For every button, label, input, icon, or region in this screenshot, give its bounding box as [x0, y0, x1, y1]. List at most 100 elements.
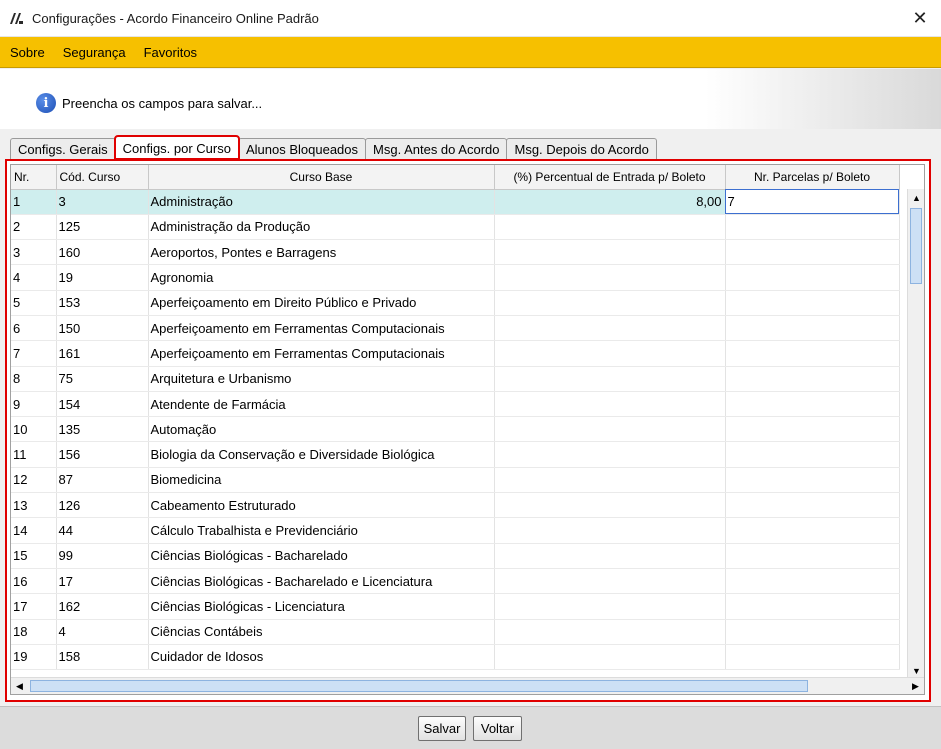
cell-curso-base[interactable]: Biologia da Conservação e Diversidade Bi…: [148, 441, 495, 468]
cell-cod-curso[interactable]: 150: [56, 315, 149, 342]
table-row[interactable]: 14 44 Cálculo Trabalhista e Previdenciário: [11, 517, 900, 544]
cell-cod-curso[interactable]: 44: [56, 517, 149, 544]
cell-percentual-entrada[interactable]: [494, 543, 726, 569]
menu-sobre[interactable]: Sobre: [10, 45, 45, 60]
cell-nr[interactable]: 2: [11, 214, 57, 241]
cell-cod-curso[interactable]: 135: [56, 416, 149, 443]
cell-nr-parcelas[interactable]: [725, 593, 900, 620]
vertical-scrollbar[interactable]: ▲ ▼: [907, 189, 924, 679]
cell-nr[interactable]: 17: [11, 593, 57, 620]
cell-nr[interactable]: 14: [11, 517, 57, 544]
table-row[interactable]: 3 160 Aeroportos, Pontes e Barragens: [11, 239, 900, 266]
cell-percentual-entrada[interactable]: [494, 467, 726, 494]
menu-seguranca[interactable]: Segurança: [63, 45, 126, 60]
table-row[interactable]: 16 17 Ciências Biológicas - Bacharelado e …: [11, 568, 900, 595]
cell-nr-parcelas[interactable]: [725, 492, 900, 519]
cell-nr-parcelas[interactable]: [725, 264, 900, 291]
cell-nr[interactable]: 12: [11, 467, 57, 494]
table-row[interactable]: 7 161 Aperfeiçoamento em Ferramentas Compu…: [11, 340, 900, 367]
cell-nr-parcelas[interactable]: [725, 416, 900, 443]
cell-percentual-entrada[interactable]: [494, 290, 726, 316]
cell-nr-parcelas[interactable]: [725, 239, 900, 266]
cell-cod-curso[interactable]: 158: [56, 644, 149, 671]
table-row[interactable]: 10 135 Automação: [11, 416, 900, 443]
cell-nr[interactable]: 13: [11, 492, 57, 519]
table-row[interactable]: 9 154 Atendente de Farmácia: [11, 391, 900, 418]
cell-percentual-entrada[interactable]: [494, 416, 726, 443]
table-row[interactable]: 12 87 Biomedicina: [11, 467, 900, 494]
vertical-scroll-thumb[interactable]: [910, 208, 922, 284]
tab-msg-depois-acordo[interactable]: Msg. Depois do Acordo: [506, 138, 657, 159]
cell-nr[interactable]: 16: [11, 568, 57, 595]
cell-percentual-entrada[interactable]: [494, 340, 726, 367]
cell-percentual-entrada[interactable]: [494, 391, 726, 418]
table-row[interactable]: 5 153 Aperfeiçoamento em Direito Público e…: [11, 290, 900, 316]
column-header-nr-parcelas[interactable]: Nr. Parcelas p/ Boleto: [725, 165, 900, 190]
tab-configs-por-curso[interactable]: Configs. por Curso: [113, 135, 240, 160]
cell-cod-curso[interactable]: 153: [56, 290, 149, 316]
cell-nr-parcelas[interactable]: [725, 214, 900, 241]
cell-nr-parcelas[interactable]: [725, 290, 900, 316]
cell-percentual-entrada[interactable]: [494, 239, 726, 266]
cell-nr[interactable]: 1: [11, 189, 57, 215]
table-row[interactable]: 13 126 Cabeamento Estruturado: [11, 492, 900, 519]
table-row[interactable]: 2 125 Administração da Produção: [11, 214, 900, 241]
cell-percentual-entrada[interactable]: [494, 441, 726, 468]
cell-percentual-entrada[interactable]: [494, 492, 726, 519]
cell-curso-base[interactable]: Ciências Biológicas - Licenciatura: [148, 593, 495, 620]
scroll-up-icon[interactable]: ▲: [908, 189, 924, 206]
cell-cod-curso[interactable]: 99: [56, 543, 149, 569]
cell-nr[interactable]: 4: [11, 264, 57, 291]
cell-curso-base[interactable]: Biomedicina: [148, 467, 495, 494]
cell-nr[interactable]: 19: [11, 644, 57, 671]
cell-nr-parcelas[interactable]: [725, 340, 900, 367]
scroll-left-icon[interactable]: ◀: [11, 678, 28, 694]
cell-nr[interactable]: 3: [11, 239, 57, 266]
cell-nr-parcelas[interactable]: 7: [725, 189, 900, 215]
menu-favoritos[interactable]: Favoritos: [144, 45, 197, 60]
cell-nr-parcelas[interactable]: [725, 568, 900, 595]
table-row[interactable]: 11 156 Biologia da Conservação e Diversida…: [11, 441, 900, 468]
table-row[interactable]: 15 99 Ciências Biológicas - Bacharelado: [11, 543, 900, 569]
tab-msg-antes-acordo[interactable]: Msg. Antes do Acordo: [365, 138, 508, 159]
cell-cod-curso[interactable]: 17: [56, 568, 149, 595]
cell-cod-curso[interactable]: 162: [56, 593, 149, 620]
cell-cod-curso[interactable]: 126: [56, 492, 149, 519]
cell-curso-base[interactable]: Aeroportos, Pontes e Barragens: [148, 239, 495, 266]
cell-curso-base[interactable]: Administração: [148, 189, 495, 215]
cell-nr[interactable]: 7: [11, 340, 57, 367]
column-header-cod-curso[interactable]: Cód. Curso: [56, 165, 149, 190]
cell-nr-parcelas[interactable]: [725, 315, 900, 342]
save-button[interactable]: Salvar: [418, 716, 466, 741]
column-header-percentual-entrada[interactable]: (%) Percentual de Entrada p/ Boleto: [494, 165, 726, 190]
cell-cod-curso[interactable]: 156: [56, 441, 149, 468]
cell-curso-base[interactable]: Automação: [148, 416, 495, 443]
cell-nr-parcelas[interactable]: [725, 543, 900, 569]
cell-curso-base[interactable]: Agronomia: [148, 264, 495, 291]
cell-percentual-entrada[interactable]: [494, 593, 726, 620]
cell-curso-base[interactable]: Aperfeiçoamento em Ferramentas Computaci…: [148, 315, 495, 342]
column-header-nr[interactable]: Nr.: [11, 165, 57, 190]
cell-percentual-entrada[interactable]: [494, 644, 726, 671]
cell-curso-base[interactable]: Administração da Produção: [148, 214, 495, 241]
table-row[interactable]: 17 162 Ciências Biológicas - Licenciatura: [11, 593, 900, 620]
cell-nr[interactable]: 9: [11, 391, 57, 418]
close-button[interactable]: ✕: [905, 4, 935, 32]
table-row[interactable]: 18 4 Ciências Contábeis: [11, 619, 900, 645]
cell-nr[interactable]: 5: [11, 290, 57, 316]
cell-curso-base[interactable]: Cálculo Trabalhista e Previdenciário: [148, 517, 495, 544]
cell-nr-parcelas[interactable]: [725, 391, 900, 418]
tab-configs-gerais[interactable]: Configs. Gerais: [10, 138, 116, 159]
cell-nr[interactable]: 10: [11, 416, 57, 443]
cell-cod-curso[interactable]: 75: [56, 366, 149, 392]
cell-curso-base[interactable]: Ciências Biológicas - Bacharelado e Lice…: [148, 568, 495, 595]
column-header-curso-base[interactable]: Curso Base: [148, 165, 495, 190]
cell-cod-curso[interactable]: 87: [56, 467, 149, 494]
cell-nr-parcelas[interactable]: [725, 517, 900, 544]
cell-cod-curso[interactable]: 4: [56, 619, 149, 645]
cell-percentual-entrada[interactable]: [494, 264, 726, 291]
cell-nr[interactable]: 18: [11, 619, 57, 645]
cell-cod-curso[interactable]: 19: [56, 264, 149, 291]
cell-nr[interactable]: 8: [11, 366, 57, 392]
table-row[interactable]: 6 150 Aperfeiçoamento em Ferramentas Compu…: [11, 315, 900, 342]
